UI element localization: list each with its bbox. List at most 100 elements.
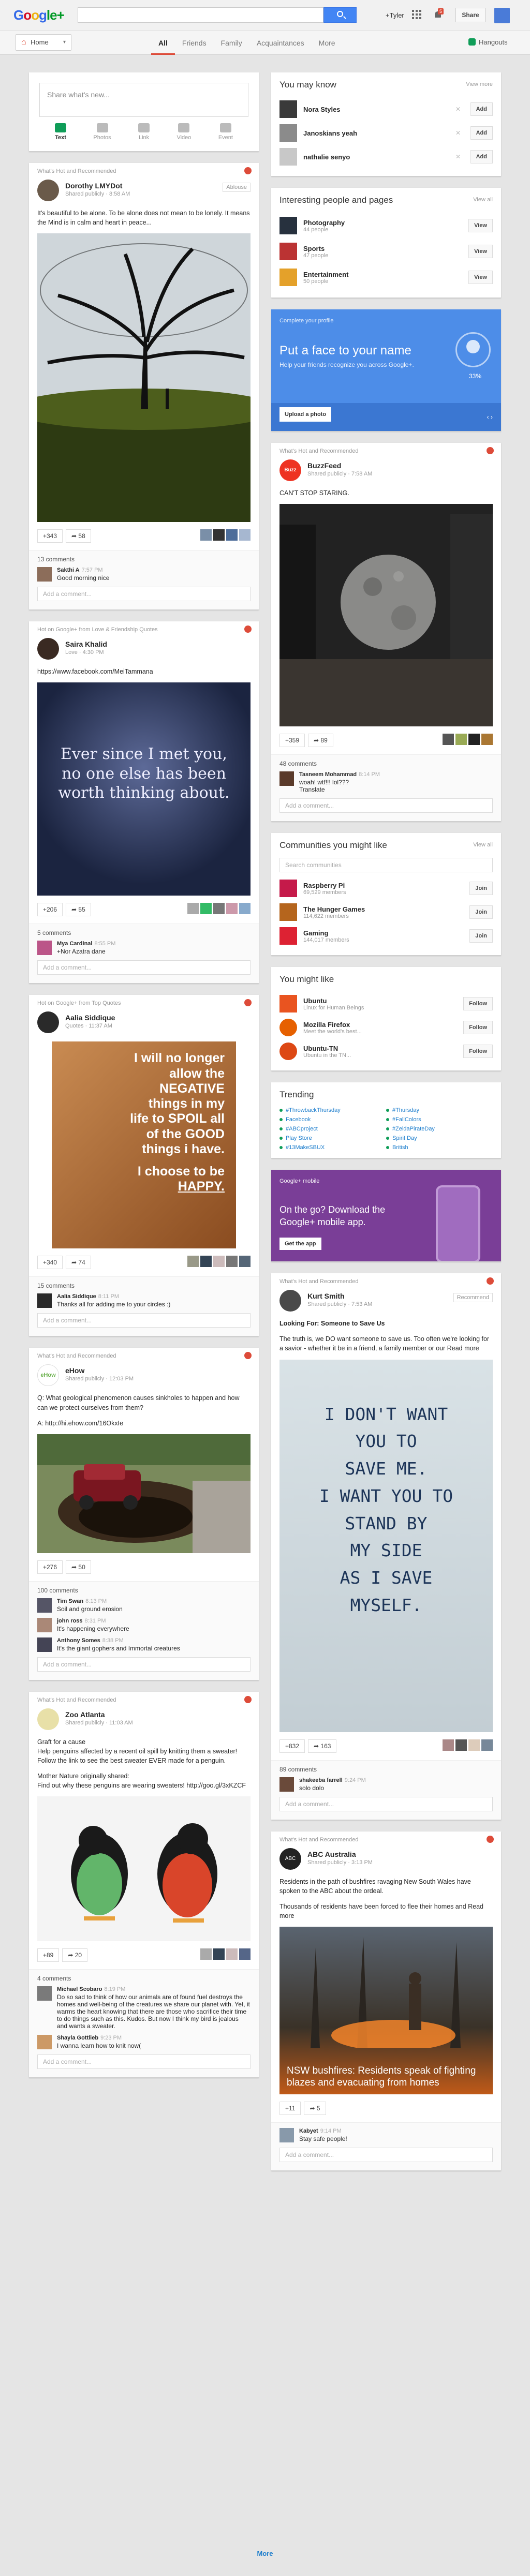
person-name[interactable]: nathalie senyo [303, 153, 350, 161]
quote-image[interactable]: Ever since I met you, no one else has be… [37, 682, 251, 896]
avatar[interactable] [279, 269, 297, 286]
join-button[interactable]: Join [469, 929, 493, 943]
community-name[interactable]: The Hunger Games [303, 905, 365, 913]
trending-item[interactable]: Play Store [279, 1135, 386, 1141]
trending-item[interactable]: #Thursday [386, 1107, 493, 1113]
trending-item[interactable]: Spirit Day [386, 1135, 493, 1141]
apps-grid-icon[interactable] [412, 10, 421, 19]
search-button[interactable] [323, 7, 357, 23]
commenter-name[interactable]: Tasneem Mohammad [299, 771, 357, 778]
share-input[interactable]: Share what's new... [39, 83, 248, 117]
trending-item[interactable]: #ZeldaPirateDay [386, 1126, 493, 1132]
add-button[interactable]: Add [470, 102, 493, 116]
comment-count[interactable]: 5 comments [37, 929, 251, 936]
comment-count[interactable]: 4 comments [37, 1975, 251, 1982]
view-button[interactable]: View [468, 271, 493, 284]
reshare-button[interactable]: ➦ 163 [308, 1739, 337, 1753]
view-more-link[interactable]: View more [466, 81, 493, 87]
commenter-name[interactable]: john ross [57, 1618, 83, 1624]
avatar[interactable] [279, 1290, 301, 1312]
raspberry-icon[interactable] [279, 880, 297, 898]
interest-name[interactable]: Entertainment [303, 271, 348, 278]
bushfire-photo[interactable]: NSW bushfires: Residents speak of fighti… [279, 1927, 493, 2094]
quote-image[interactable]: I will no longer allow the NEGATIVE thin… [52, 1041, 236, 1249]
buzzfeed-avatar[interactable]: Buzz [279, 459, 301, 481]
reshare-button[interactable]: ➦ 50 [66, 1560, 91, 1574]
ubuntu-tn-icon[interactable] [279, 1043, 297, 1061]
plus-one-button[interactable]: +276 [37, 1560, 63, 1574]
share-event-tool[interactable]: Event [218, 123, 233, 141]
commenter-name[interactable]: Tim Swan [57, 1598, 83, 1604]
add-comment-input[interactable]: Add a comment... [37, 2054, 251, 2069]
hangouts-button[interactable]: Hangouts [468, 38, 508, 46]
plus-one-button[interactable]: +11 [279, 2102, 301, 2115]
upload-photo-button[interactable]: Upload a photo [279, 407, 332, 422]
avatar[interactable] [279, 100, 297, 118]
reshare-button[interactable]: ➦ 74 [66, 1256, 91, 1270]
reshare-button[interactable]: ➦ 89 [308, 734, 333, 748]
sinkhole-photo[interactable] [37, 1434, 251, 1553]
avatar[interactable] [37, 1293, 52, 1308]
dismiss-icon[interactable]: ✕ [455, 106, 461, 113]
trending-item[interactable]: #FallColors [386, 1116, 493, 1123]
person-name[interactable]: Janoskians yeah [303, 129, 357, 137]
trending-item[interactable]: Facebook [279, 1116, 386, 1123]
view-button[interactable]: View [468, 245, 493, 258]
author-name[interactable]: Zoo Atlanta [65, 1710, 133, 1719]
tab-all[interactable]: All [151, 31, 175, 55]
post-badge[interactable]: Recommend [453, 1293, 493, 1303]
commenter-name[interactable]: Sakthi A [57, 567, 80, 573]
avatar[interactable] [37, 567, 52, 582]
tab-family[interactable]: Family [214, 31, 249, 55]
penguin-photo[interactable] [37, 1796, 251, 1942]
page-name[interactable]: Ubuntu-TN [303, 1045, 351, 1052]
notifications-bell-icon[interactable]: 5 [434, 8, 444, 20]
firefox-icon[interactable] [279, 1019, 297, 1037]
reshare-button[interactable]: ➦ 58 [66, 529, 91, 543]
add-comment-input[interactable]: Add a comment... [279, 798, 493, 813]
share-video-tool[interactable]: Video [176, 123, 191, 141]
commenter-name[interactable]: Mya Cardinal [57, 941, 92, 947]
comment-count[interactable]: 48 comments [279, 760, 493, 767]
community-name[interactable]: Gaming [303, 929, 349, 937]
plus-one-button[interactable]: +206 [37, 903, 63, 917]
avatar[interactable] [37, 941, 52, 956]
join-button[interactable]: Join [469, 905, 493, 919]
community-name[interactable]: Raspberry Pi [303, 882, 346, 889]
user-profile-link[interactable]: +Tyler [386, 11, 404, 19]
share-text-tool[interactable]: Text [55, 123, 66, 141]
comment-count[interactable]: 15 comments [37, 1282, 251, 1289]
commenter-name[interactable]: Aalia Siddique [57, 1293, 96, 1300]
avatar[interactable] [37, 1598, 52, 1613]
add-comment-input[interactable]: Add a comment... [37, 587, 251, 602]
dismiss-icon[interactable]: ✕ [455, 129, 461, 137]
chevron-arrows-icon[interactable]: ‹ › [487, 413, 493, 421]
add-comment-input[interactable]: Add a comment... [37, 1657, 251, 1672]
share-link-tool[interactable]: Link [138, 123, 150, 141]
avatar[interactable] [37, 1637, 52, 1652]
follow-button[interactable]: Follow [463, 997, 493, 1011]
avatar[interactable] [37, 1708, 59, 1730]
moon-photo[interactable] [279, 504, 493, 727]
abc-avatar[interactable]: ABC [279, 1848, 301, 1870]
commenter-name[interactable]: Anthony Somes [57, 1637, 100, 1644]
trending-item[interactable]: #13MakeSBUX [279, 1144, 386, 1151]
post-link[interactable]: A: http://hi.ehow.com/16OkxIe [29, 1419, 259, 1434]
tree-photo[interactable] [37, 233, 251, 523]
handwritten-note-image[interactable]: I DON'T WANT YOU TO SAVE ME. I WANT YOU … [279, 1359, 493, 1732]
trending-item[interactable]: #ThrowbackThursday [279, 1107, 386, 1113]
commenter-name[interactable]: Kabyet [299, 2128, 318, 2134]
account-avatar[interactable] [494, 8, 510, 23]
avatar[interactable] [279, 1777, 294, 1792]
join-button[interactable]: Join [469, 882, 493, 896]
commenter-name[interactable]: Michael Scobaro [57, 1986, 102, 1992]
avatar[interactable] [37, 1011, 59, 1034]
avatar[interactable] [279, 243, 297, 260]
dismiss-icon[interactable]: ✕ [455, 153, 461, 160]
avatar[interactable] [37, 1617, 52, 1632]
tab-acquaintances[interactable]: Acquaintances [249, 31, 312, 55]
tab-friends[interactable]: Friends [175, 31, 214, 55]
author-name[interactable]: Kurt Smith [307, 1292, 372, 1300]
add-button[interactable]: Add [470, 126, 493, 140]
load-more-link[interactable]: More [0, 2550, 530, 2557]
